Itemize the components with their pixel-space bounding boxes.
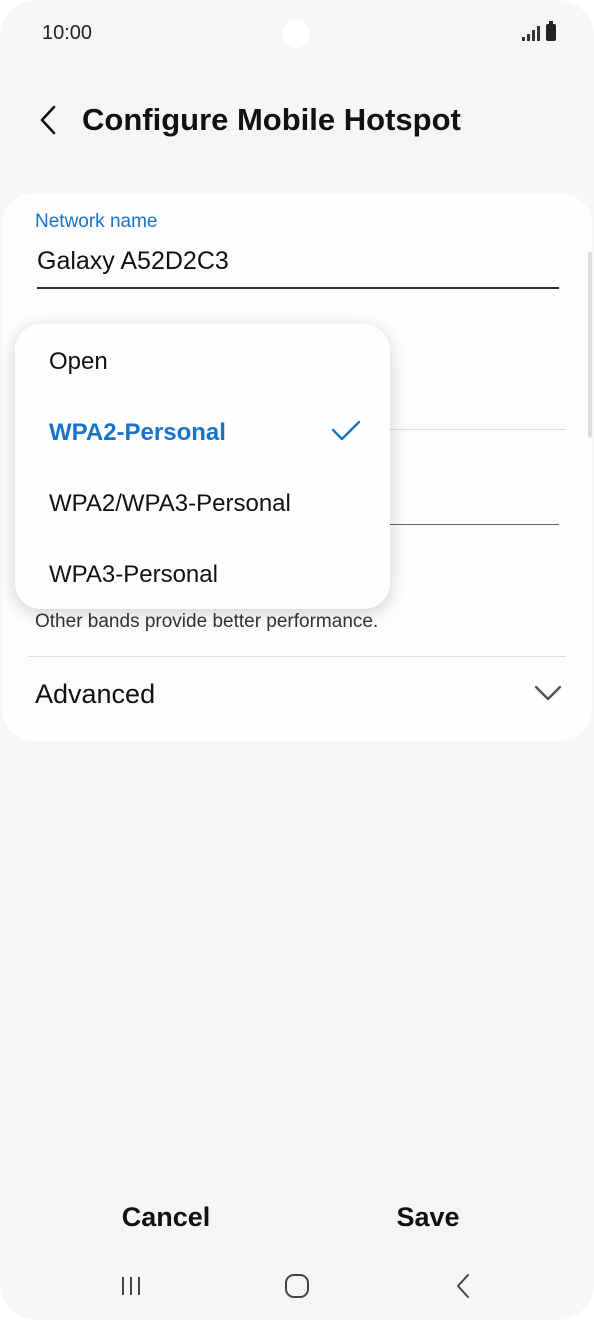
- option-label: WPA2/WPA3-Personal: [49, 490, 291, 517]
- option-label: Open: [49, 348, 108, 375]
- status-time: 10:00: [42, 22, 93, 44]
- front-camera: [282, 20, 310, 48]
- scrollbar[interactable]: [588, 252, 592, 438]
- status-icons: [522, 21, 556, 41]
- advanced-row[interactable]: Advanced: [2, 663, 592, 733]
- network-name-field[interactable]: Galaxy A52D2C3: [37, 247, 229, 276]
- chevron-left-icon: [457, 1274, 469, 1298]
- check-icon: [331, 420, 361, 441]
- home-icon: [285, 1274, 309, 1298]
- phone-screen: 10:00 Configure Mobile Hotspot Network n…: [0, 0, 594, 1320]
- security-option-open[interactable]: Open: [15, 326, 390, 396]
- recent-apps-button[interactable]: [111, 1268, 151, 1304]
- divider: [390, 429, 566, 430]
- app-header: Configure Mobile Hotspot: [0, 88, 594, 152]
- option-label: WPA2-Personal: [49, 419, 226, 446]
- page-title: Configure Mobile Hotspot: [82, 102, 461, 137]
- security-option-wpa2-wpa3-personal[interactable]: WPA2/WPA3-Personal: [15, 468, 390, 538]
- network-name-label: Network name: [35, 211, 158, 232]
- option-label: WPA3-Personal: [49, 561, 218, 588]
- back-nav-button[interactable]: [443, 1268, 483, 1304]
- band-description: Other bands provide better performance.: [35, 611, 379, 632]
- navigation-bar: [0, 1258, 594, 1314]
- network-name-underline: [37, 287, 559, 289]
- chevron-left-icon: [40, 105, 56, 135]
- divider: [28, 656, 566, 657]
- security-option-wpa2-personal[interactable]: WPA2-Personal: [15, 397, 390, 467]
- save-button[interactable]: Save: [358, 1192, 498, 1242]
- battery-icon: [546, 21, 556, 41]
- cancel-button[interactable]: Cancel: [96, 1192, 236, 1242]
- recent-apps-icon: [122, 1277, 140, 1295]
- home-button[interactable]: [277, 1268, 317, 1304]
- status-bar: 10:00: [0, 0, 594, 64]
- security-dropdown-menu: Open WPA2-Personal WPA2/WPA3-Personal WP…: [15, 324, 390, 609]
- password-underline: [390, 524, 559, 525]
- advanced-label: Advanced: [35, 679, 156, 709]
- chevron-down-icon: [534, 685, 562, 701]
- signal-icon: [522, 25, 540, 41]
- security-option-wpa3-personal[interactable]: WPA3-Personal: [15, 539, 390, 609]
- back-button[interactable]: [30, 98, 66, 142]
